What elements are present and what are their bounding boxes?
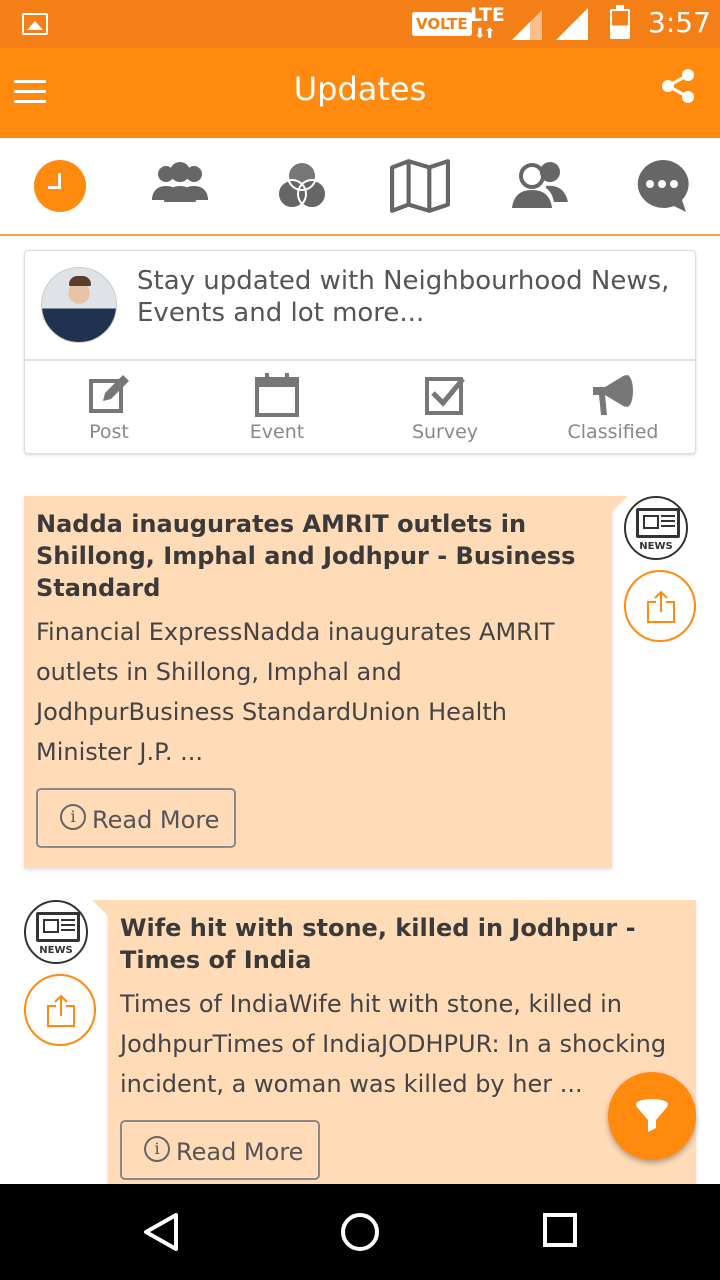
signal-icon: [556, 8, 588, 40]
post-button[interactable]: Post: [25, 369, 193, 449]
avatar: [41, 267, 117, 343]
tab-contacts-people-icon[interactable]: [510, 158, 570, 214]
edit-icon: [89, 375, 129, 413]
battery-icon: [610, 5, 630, 39]
tab-groups-venn-icon[interactable]: [272, 158, 332, 214]
signal-icon: [512, 10, 542, 40]
newspaper-icon: NEWS: [24, 900, 88, 964]
tab-bar: [0, 138, 720, 236]
news-body: Financial ExpressNadda inaugurates AMRIT…: [36, 618, 555, 766]
news-badge-label: NEWS: [639, 541, 673, 552]
read-more-label: Read More: [176, 1138, 304, 1166]
news-title[interactable]: Nadda inaugurates AMRIT outlets in Shill…: [36, 508, 596, 604]
share-upload-icon: [47, 994, 75, 1027]
share-post-button[interactable]: [24, 974, 96, 1046]
system-nav-bar: [0, 1184, 720, 1280]
divider: [25, 359, 695, 361]
news-body: Times of IndiaWife hit with stone, kille…: [120, 990, 667, 1098]
share-icon[interactable]: [660, 68, 696, 104]
composer-prompt[interactable]: Stay updated with Neighbourhood News, Ev…: [137, 265, 687, 329]
tab-members-group-icon[interactable]: [150, 158, 210, 214]
read-more-label: Read More: [92, 806, 220, 834]
network-type: LTE: [470, 4, 505, 26]
calendar-icon: [255, 373, 299, 417]
post-label: Post: [89, 421, 129, 443]
newspaper-icon: NEWS: [624, 496, 688, 560]
tab-chat-bubble-icon[interactable]: [632, 158, 692, 214]
survey-button[interactable]: Survey: [361, 369, 529, 449]
info-icon: i: [60, 804, 86, 830]
read-more-button[interactable]: i Read More: [36, 788, 236, 848]
checkbox-icon: [425, 377, 465, 415]
news-badge-label: NEWS: [39, 945, 73, 956]
share-post-button[interactable]: [624, 570, 696, 642]
classified-button[interactable]: Classified: [529, 369, 697, 449]
megaphone-icon: [593, 375, 633, 415]
filter-button[interactable]: [608, 1072, 696, 1160]
composer-card: Stay updated with Neighbourhood News, Ev…: [24, 250, 696, 454]
app-bar: Updates: [0, 48, 720, 138]
info-icon: i: [144, 1136, 170, 1162]
back-icon[interactable]: [142, 1212, 180, 1252]
filter-icon: [636, 1099, 668, 1132]
status-bar: VOLTE LTE ⬇⬆ 3:57: [0, 0, 720, 48]
event-button[interactable]: Event: [193, 369, 361, 449]
tab-map-icon[interactable]: [390, 158, 450, 214]
tab-updates-clock-icon[interactable]: [34, 160, 86, 212]
survey-label: Survey: [411, 421, 479, 443]
event-label: Event: [249, 421, 305, 443]
share-upload-icon: [647, 590, 675, 623]
recents-icon[interactable]: [542, 1212, 578, 1248]
volte-badge: VOLTE: [412, 12, 472, 36]
news-card[interactable]: Wife hit with stone, killed in Jodhpur -…: [92, 900, 696, 1190]
home-icon[interactable]: [340, 1212, 380, 1252]
read-more-button[interactable]: i Read More: [120, 1120, 320, 1180]
classified-label: Classified: [567, 421, 659, 443]
status-time: 3:57: [648, 6, 711, 39]
image-notification-icon: [22, 13, 48, 35]
news-title[interactable]: Wife hit with stone, killed in Jodhpur -…: [120, 912, 680, 976]
news-card[interactable]: Nadda inaugurates AMRIT outlets in Shill…: [24, 496, 628, 868]
page-title: Updates: [293, 70, 427, 108]
data-arrows-icon: ⬇⬆: [474, 26, 496, 42]
